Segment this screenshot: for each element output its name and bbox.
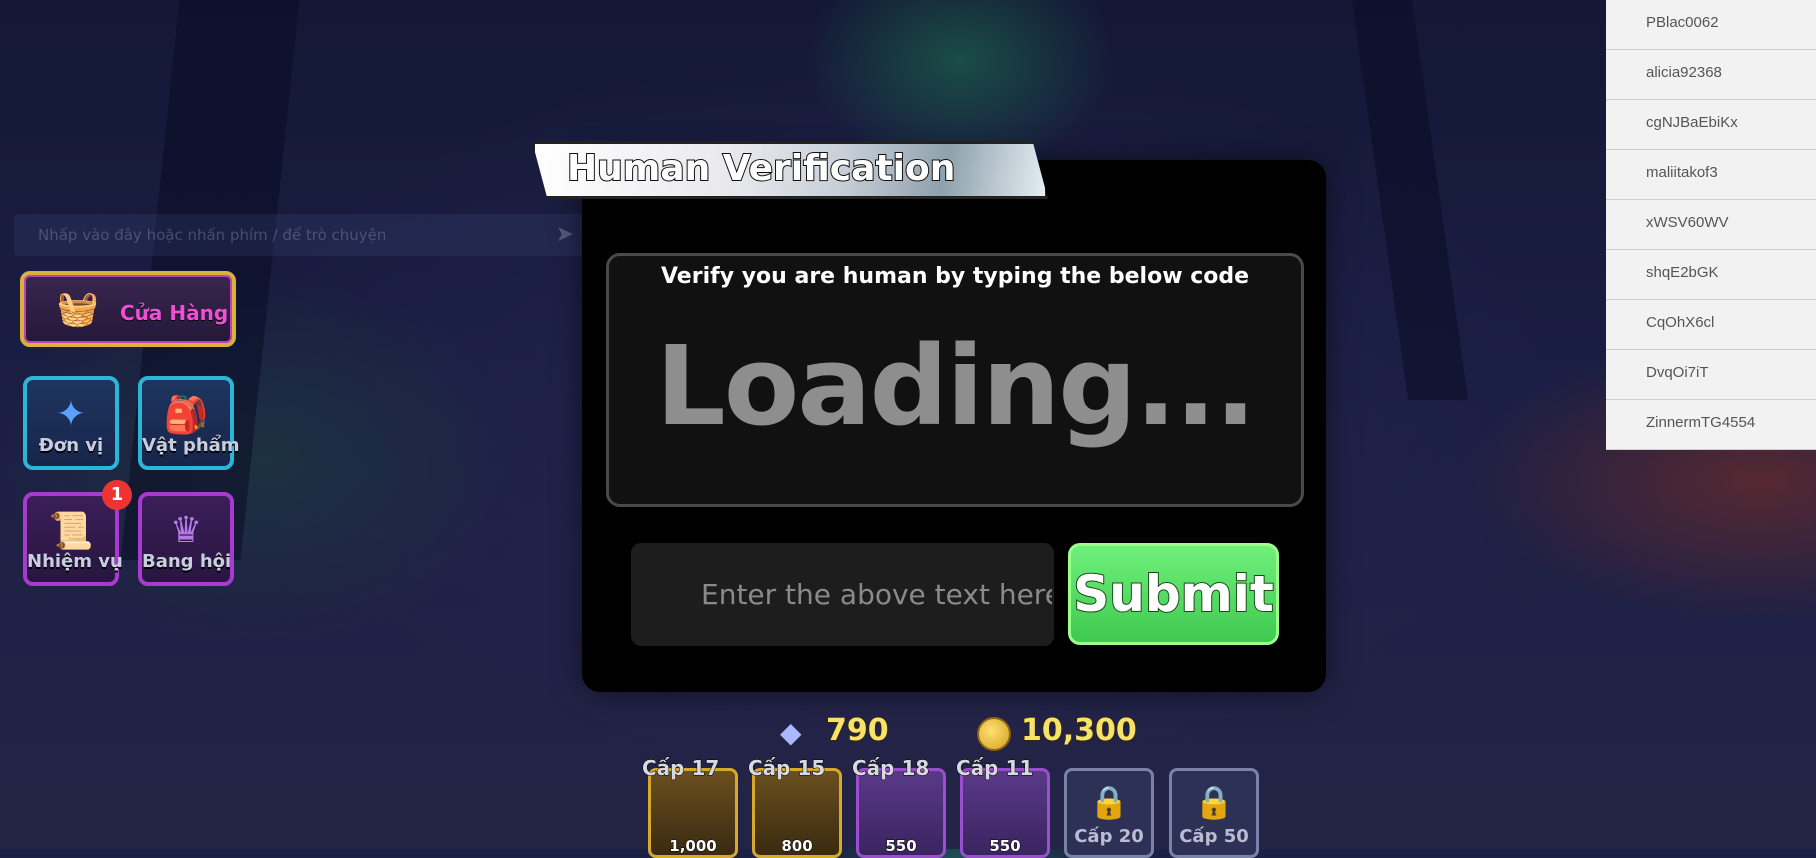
basket-icon: 🧺	[56, 289, 100, 329]
player-name: PBlac0062	[1646, 14, 1719, 31]
coin-count: 10,300	[1020, 712, 1137, 749]
player-row[interactable]: DvqOi7iT	[1606, 350, 1816, 400]
items-label: Vật phẩm	[142, 435, 240, 456]
quests-button[interactable]: 📜 Nhiệm vụ	[23, 492, 123, 586]
slot-cost: 1,000	[669, 837, 717, 856]
hotbar-slot[interactable]: 550	[960, 768, 1050, 858]
lock-icon: 🔒	[1089, 783, 1129, 821]
guild-button[interactable]: ♛ Bang hội	[138, 492, 234, 586]
slot-cost: 550	[989, 837, 1021, 856]
player-name: cgNJBaEbiKx	[1646, 114, 1738, 131]
player-row[interactable]: shqE2bGK	[1606, 250, 1816, 300]
slot-cost: 800	[781, 837, 813, 856]
lock-icon: 🔒	[1194, 783, 1234, 821]
player-name: alicia92368	[1646, 64, 1722, 81]
player-name: maliitakof3	[1646, 164, 1718, 181]
crown-shield-icon: ♛	[169, 510, 203, 551]
player-list: PBlac0062 alicia92368 cgNJBaEbiKx maliit…	[1606, 0, 1816, 450]
player-name: ZinnermTG4554	[1646, 414, 1756, 431]
send-icon[interactable]: ➤	[556, 222, 574, 247]
slot-level: Cấp 15	[747, 756, 826, 781]
slot-level: Cấp 11	[955, 756, 1034, 781]
hotbar-slot[interactable]: 800	[752, 768, 842, 858]
submit-button[interactable]: Submit	[1068, 543, 1279, 645]
units-label: Đơn vị	[38, 435, 104, 456]
scroll-icon: 📜	[48, 511, 94, 552]
chat-placeholder: Nhấp vào đây hoặc nhấn phím / để trò chu…	[38, 226, 387, 244]
slot-level: Cấp 20	[1074, 826, 1144, 847]
quests-label: Nhiệm vụ	[27, 551, 123, 572]
slot-level: Cấp 18	[851, 756, 930, 781]
instruction-text: Verify you are human by typing the below…	[660, 264, 1250, 289]
shop-button[interactable]: 🧺 Cửa Hàng	[20, 271, 236, 347]
slot-level: Cấp 50	[1179, 826, 1249, 847]
items-button[interactable]: 🎒 Vật phẩm	[138, 376, 240, 470]
chat-bar[interactable]: Nhấp vào đây hoặc nhấn phím / để trò chu…	[14, 214, 584, 256]
quests-badge: 1	[102, 480, 132, 510]
player-row[interactable]: ZinnermTG4554	[1606, 400, 1816, 450]
player-row[interactable]: cgNJBaEbiKx	[1606, 100, 1816, 150]
hotbar-slot-locked[interactable]: 🔒 Cấp 50	[1169, 768, 1259, 858]
hotbar-slot[interactable]: 1,000	[648, 768, 738, 858]
units-button[interactable]: ✦ Đơn vị	[23, 376, 119, 470]
player-name: xWSV60WV	[1646, 214, 1729, 231]
slot-cost: 550	[885, 837, 917, 856]
player-row[interactable]: CqOhX6cl	[1606, 300, 1816, 350]
player-name: CqOhX6cl	[1646, 314, 1715, 331]
gem-count: 790	[825, 712, 889, 749]
dialog-title: Human Verification	[566, 147, 956, 190]
backpack-icon: 🎒	[163, 395, 209, 436]
captcha-code: Loading...	[655, 322, 1257, 450]
player-row[interactable]: PBlac0062	[1606, 0, 1816, 50]
shop-label: Cửa Hàng	[120, 301, 229, 325]
gem-icon: ◆	[780, 716, 802, 749]
hotbar-slot[interactable]: 550	[856, 768, 946, 858]
code-display: Verify you are human by typing the below…	[606, 253, 1304, 507]
hotbar-slot-locked[interactable]: 🔒 Cấp 20	[1064, 768, 1154, 858]
coin-icon	[977, 717, 1011, 751]
slot-level: Cấp 17	[641, 756, 720, 781]
player-name: shqE2bGK	[1646, 264, 1719, 281]
player-row[interactable]: xWSV60WV	[1606, 200, 1816, 250]
star-crystal-icon: ✦	[55, 394, 87, 435]
verification-input[interactable]	[631, 543, 1054, 646]
player-name: DvqOi7iT	[1646, 364, 1709, 381]
guild-label: Bang hội	[142, 551, 232, 572]
player-row[interactable]: alicia92368	[1606, 50, 1816, 100]
player-row[interactable]: maliitakof3	[1606, 150, 1816, 200]
